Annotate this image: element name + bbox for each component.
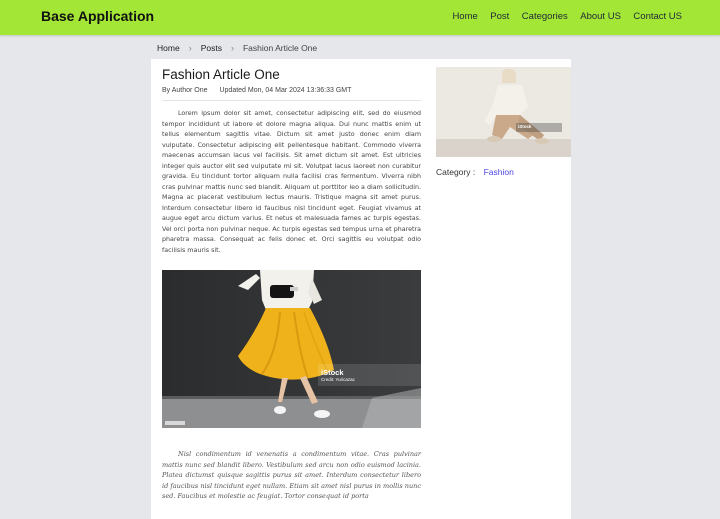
brand-logo[interactable]: Base Application	[41, 8, 154, 24]
nav-contact-us[interactable]: Contact US	[633, 11, 682, 22]
main-nav: Home Post Categories About US Contact US	[440, 11, 682, 22]
istock-watermark: iStock	[321, 368, 344, 377]
chevron-right-icon: ›	[188, 43, 192, 53]
sidebar-istock-watermark: iStock	[518, 124, 532, 129]
breadcrumb-posts[interactable]: Posts	[201, 43, 222, 53]
category-link-fashion[interactable]: Fashion	[484, 167, 514, 177]
image-credit: Credit: Yuricazac	[321, 377, 355, 382]
category-label: Category :	[436, 167, 476, 177]
article-italic-paragraph: Nisl condimentum id venenatis a condimen…	[162, 450, 421, 500]
nav-post[interactable]: Post	[490, 11, 509, 22]
breadcrumb: Home › Posts › Fashion Article One	[157, 43, 317, 53]
nav-about-us[interactable]: About US	[580, 11, 621, 22]
breadcrumb-current: Fashion Article One	[242, 43, 318, 53]
divider	[162, 100, 421, 101]
article-sidebar: iStock Category : Fashion	[436, 67, 571, 177]
article-title: Fashion Article One	[162, 67, 280, 82]
article-hero-image: iStock Credit: Yuricazac	[162, 270, 421, 428]
nav-categories[interactable]: Categories	[522, 11, 568, 22]
article-author: By Author One	[162, 87, 208, 94]
chevron-right-icon: ›	[230, 43, 234, 53]
top-navbar: Base Application Home Post Categories Ab…	[0, 0, 720, 35]
article-meta: By Author One Updated Mon, 04 Mar 2024 1…	[162, 87, 421, 94]
image-badge	[165, 421, 185, 425]
article-card: Fashion Article One By Author One Update…	[151, 59, 571, 519]
breadcrumb-home[interactable]: Home	[157, 43, 180, 53]
nav-home[interactable]: Home	[452, 11, 477, 22]
article-content: Fashion Article One By Author One Update…	[162, 67, 421, 508]
sidebar-image: iStock	[436, 67, 571, 157]
category-row: Category : Fashion	[436, 167, 571, 177]
seated-model-illustration	[436, 67, 571, 157]
article-body: Lorem ipsum dolor sit amet, consectetur …	[162, 110, 421, 254]
fashion-model-illustration	[162, 270, 421, 428]
article-updated: Updated Mon, 04 Mar 2024 13:36:33 GMT	[219, 87, 352, 94]
